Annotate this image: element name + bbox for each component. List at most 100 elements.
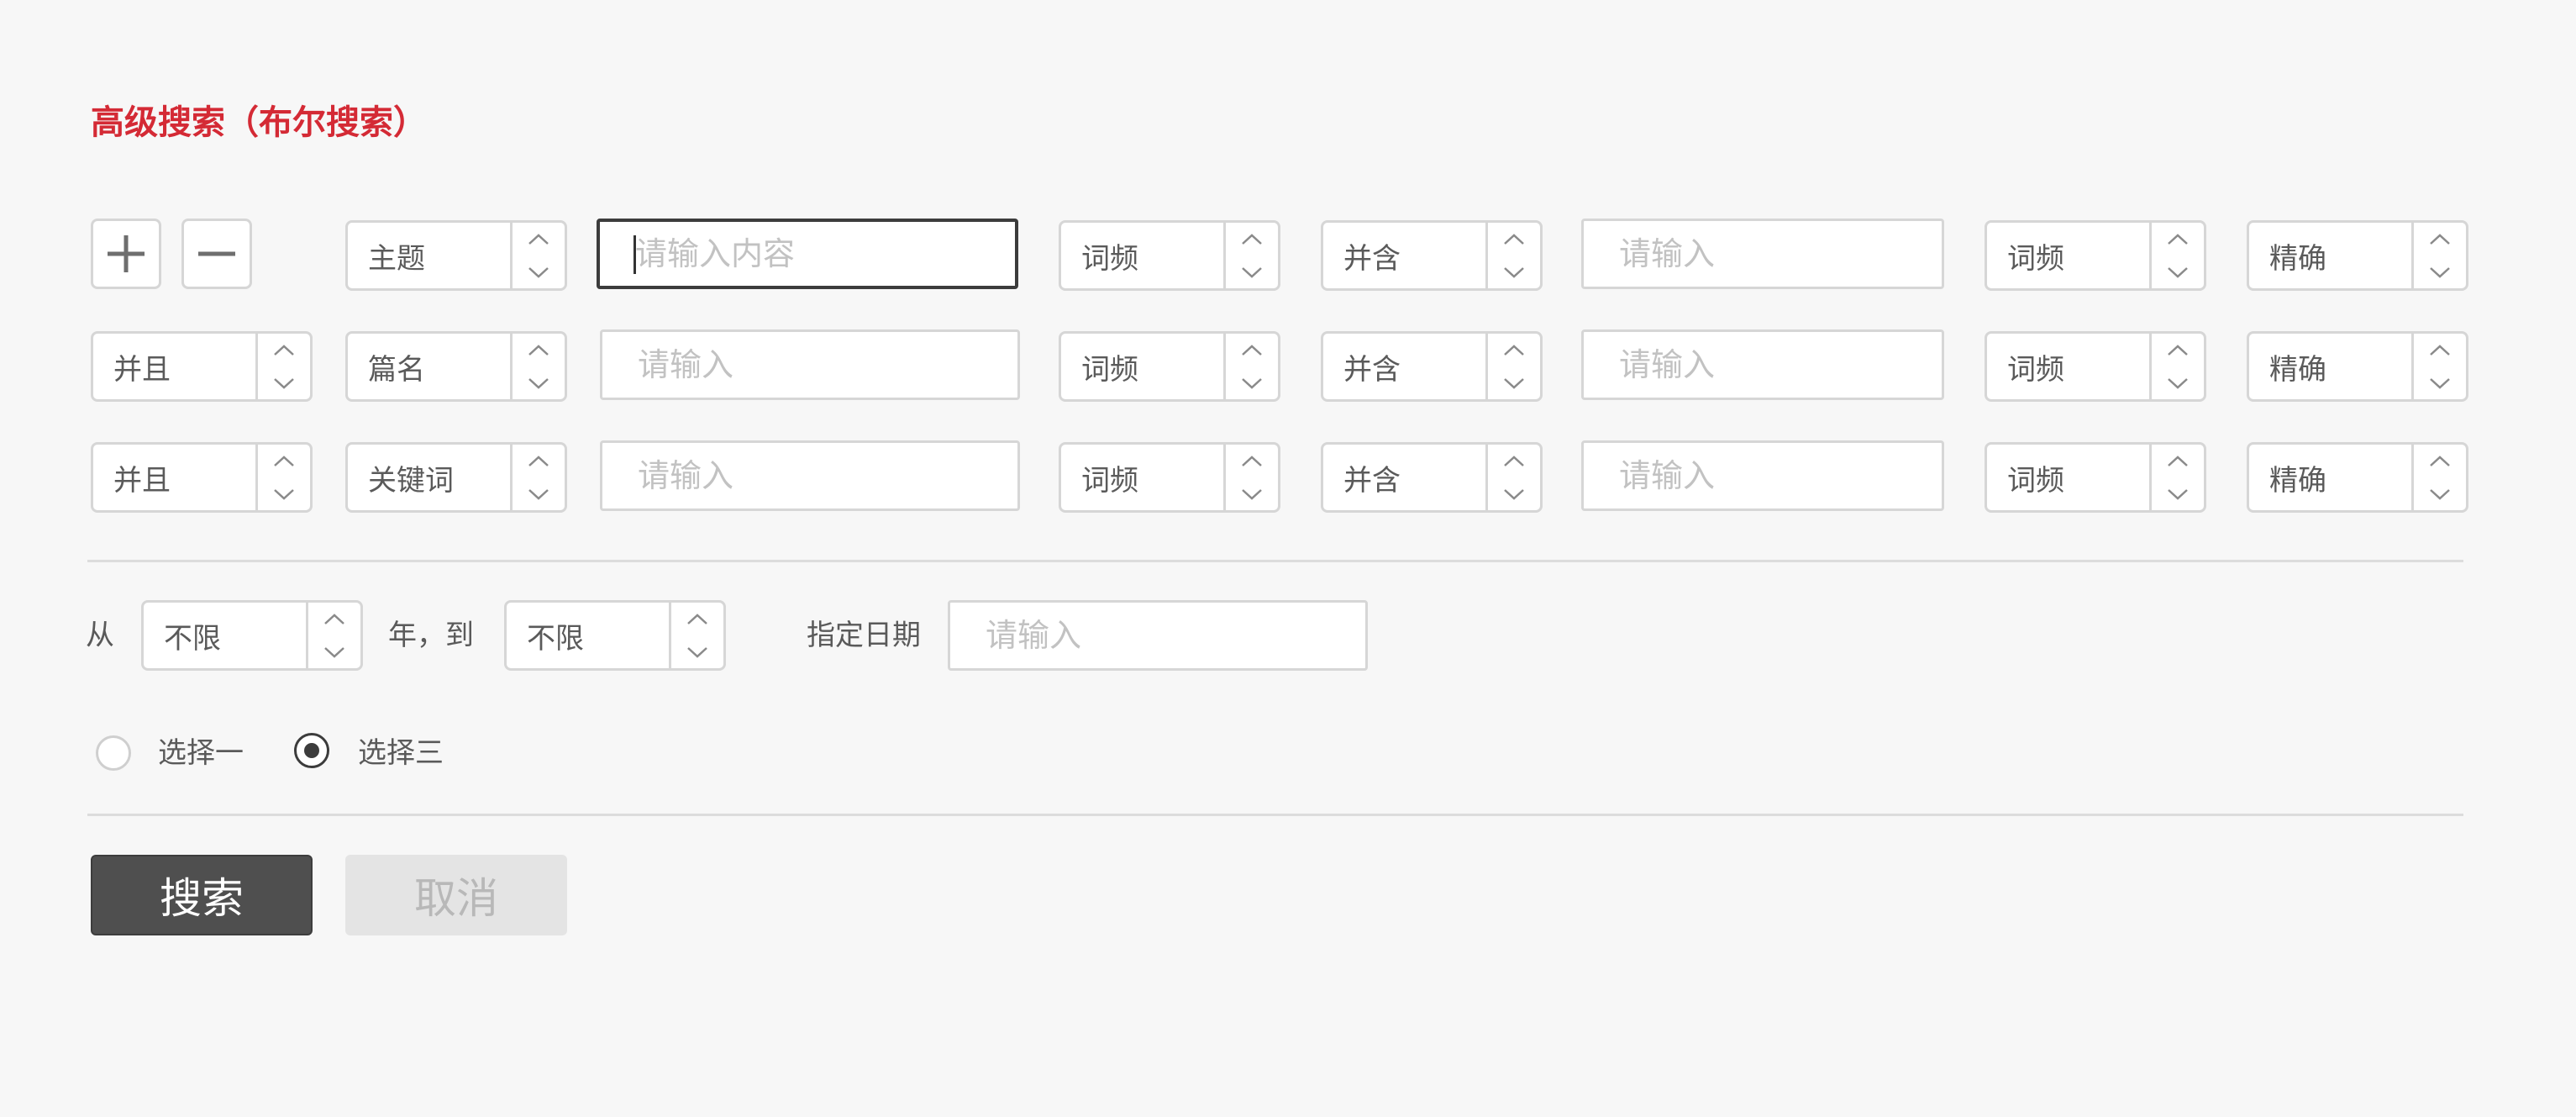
freq-select-value: 词频 <box>1081 241 1138 276</box>
chevron-down-icon[interactable] <box>2414 477 2466 510</box>
chevron-up-icon[interactable] <box>1226 445 1278 477</box>
chevron-down-icon[interactable] <box>513 366 565 399</box>
chevron-up-icon[interactable] <box>671 603 723 635</box>
combine-select-row3[interactable]: 并含 <box>1321 442 1543 513</box>
radio-option-3-label: 选择三 <box>358 736 444 770</box>
chevron-up-icon[interactable] <box>2152 223 2204 256</box>
chevron-down-icon[interactable] <box>513 256 565 288</box>
search-term-input[interactable] <box>602 332 1017 398</box>
freq2-select-row1[interactable]: 词频 <box>1985 220 2206 291</box>
match-select-value: 精确 <box>2269 352 2326 387</box>
specified-date-input[interactable] <box>950 603 1365 668</box>
second-term-input-row1[interactable] <box>1581 219 1944 289</box>
search-button[interactable]: 搜索 <box>91 855 313 935</box>
second-term-input[interactable] <box>1584 443 1942 508</box>
match-select-row3[interactable]: 精确 <box>2247 442 2468 513</box>
search-term-input-row1[interactable] <box>597 219 1018 289</box>
freq2-select-row3[interactable]: 词频 <box>1985 442 2206 513</box>
chevron-down-icon[interactable] <box>1226 477 1278 510</box>
second-term-input[interactable] <box>1584 221 1942 287</box>
year-to-select[interactable]: 不限 <box>504 600 726 671</box>
field-select-value: 主题 <box>368 241 425 276</box>
combine-select-value: 并含 <box>1343 463 1401 498</box>
plus-icon <box>108 235 145 272</box>
freq-select-row2[interactable]: 词频 <box>1059 331 1280 402</box>
match-select-row1[interactable]: 精确 <box>2247 220 2468 291</box>
logic-select-value: 并且 <box>113 352 171 387</box>
search-term-input-row3[interactable] <box>600 440 1020 511</box>
logic-select-value: 并且 <box>113 463 171 498</box>
section-divider <box>87 560 2463 562</box>
chevron-down-icon[interactable] <box>1488 366 1540 399</box>
chevron-up-icon[interactable] <box>258 445 310 477</box>
logic-select-row2[interactable]: 并且 <box>91 331 313 402</box>
match-select-value: 精确 <box>2269 241 2326 276</box>
remove-row-button[interactable] <box>181 219 252 289</box>
year-to-value: 不限 <box>527 621 584 656</box>
chevron-down-icon[interactable] <box>1226 366 1278 399</box>
chevron-down-icon[interactable] <box>1488 477 1540 510</box>
radio-option-3[interactable] <box>294 733 329 768</box>
chevron-down-icon[interactable] <box>258 366 310 399</box>
chevron-down-icon[interactable] <box>2414 256 2466 288</box>
chevron-up-icon[interactable] <box>513 223 565 256</box>
chevron-up-icon[interactable] <box>1488 334 1540 366</box>
chevron-down-icon[interactable] <box>2152 366 2204 399</box>
specified-date-label: 指定日期 <box>807 619 921 652</box>
field-select-row2[interactable]: 篇名 <box>345 331 567 402</box>
chevron-up-icon[interactable] <box>1226 223 1278 256</box>
cancel-button[interactable]: 取消 <box>345 855 567 935</box>
logic-select-row3[interactable]: 并且 <box>91 442 313 513</box>
freq-select-value: 词频 <box>1081 352 1138 387</box>
chevron-up-icon[interactable] <box>1488 223 1540 256</box>
combine-select-row1[interactable]: 并含 <box>1321 220 1543 291</box>
page-title: 高级搜索（布尔搜索） <box>91 103 427 142</box>
radio-selected-dot <box>304 743 319 758</box>
freq-select-value: 词频 <box>1081 463 1138 498</box>
search-term-input[interactable] <box>602 443 1017 508</box>
field-select-row1[interactable]: 主题 <box>345 220 567 291</box>
freq2-select-row2[interactable]: 词频 <box>1985 331 2206 402</box>
chevron-down-icon[interactable] <box>258 477 310 510</box>
chevron-up-icon[interactable] <box>2414 334 2466 366</box>
field-select-row3[interactable]: 关键词 <box>345 442 567 513</box>
second-term-input-row2[interactable] <box>1581 329 1944 400</box>
radio-option-1-label: 选择一 <box>158 736 244 770</box>
chevron-up-icon[interactable] <box>1226 334 1278 366</box>
add-row-button[interactable] <box>91 219 161 289</box>
chevron-down-icon[interactable] <box>1226 256 1278 288</box>
chevron-down-icon[interactable] <box>2414 366 2466 399</box>
chevron-down-icon[interactable] <box>1488 256 1540 288</box>
field-select-value: 关键词 <box>368 463 454 498</box>
match-select-value: 精确 <box>2269 463 2326 498</box>
second-term-input[interactable] <box>1584 332 1942 398</box>
chevron-down-icon[interactable] <box>513 477 565 510</box>
second-term-input-row3[interactable] <box>1581 440 1944 511</box>
combine-select-value: 并含 <box>1343 352 1401 387</box>
freq-select-row1[interactable]: 词频 <box>1059 220 1280 291</box>
chevron-up-icon[interactable] <box>2152 334 2204 366</box>
year-from-select[interactable]: 不限 <box>141 600 363 671</box>
specified-date-field[interactable] <box>948 600 1368 671</box>
chevron-up-icon[interactable] <box>2414 223 2466 256</box>
radio-option-1[interactable] <box>96 735 131 771</box>
chevron-up-icon[interactable] <box>513 334 565 366</box>
year-from-value: 不限 <box>164 621 221 656</box>
chevron-down-icon[interactable] <box>2152 477 2204 510</box>
chevron-down-icon[interactable] <box>308 635 360 668</box>
combine-select-row2[interactable]: 并含 <box>1321 331 1543 402</box>
freq-select-row3[interactable]: 词频 <box>1059 442 1280 513</box>
chevron-up-icon[interactable] <box>258 334 310 366</box>
chevron-down-icon[interactable] <box>2152 256 2204 288</box>
chevron-down-icon[interactable] <box>671 635 723 668</box>
chevron-up-icon[interactable] <box>513 445 565 477</box>
chevron-up-icon[interactable] <box>308 603 360 635</box>
chevron-up-icon[interactable] <box>2152 445 2204 477</box>
match-select-row2[interactable]: 精确 <box>2247 331 2468 402</box>
search-term-input-row2[interactable] <box>600 329 1020 400</box>
chevron-up-icon[interactable] <box>2414 445 2466 477</box>
date-from-label: 从 <box>86 619 114 652</box>
chevron-up-icon[interactable] <box>1488 445 1540 477</box>
freq2-select-value: 词频 <box>2007 241 2064 276</box>
search-term-input[interactable] <box>600 222 1015 286</box>
